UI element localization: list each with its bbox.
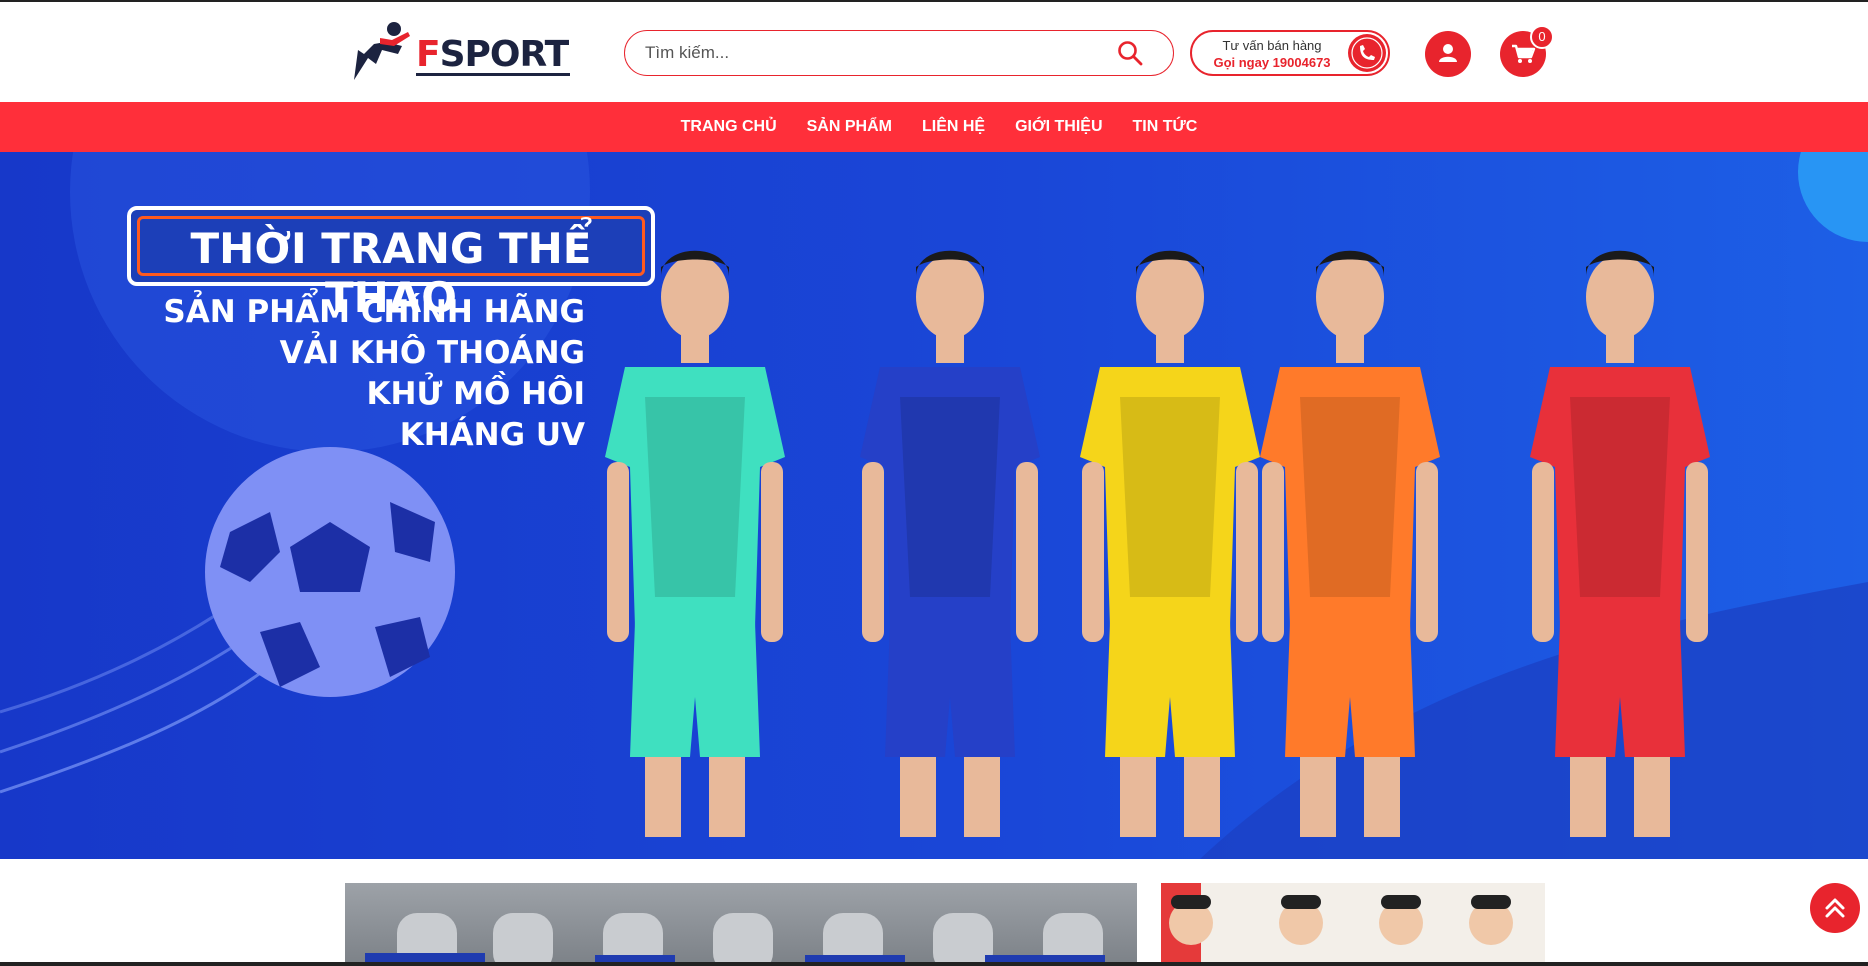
cart-count-badge: 0: [1530, 25, 1554, 49]
featured-section: [0, 859, 1868, 966]
kit-model: [1530, 250, 1710, 837]
hero-banner[interactable]: THỜI TRANG THỂ THAO SẢN PHẨM CHÍNH HÃNG …: [0, 152, 1868, 859]
banner-slogan: KHỬ MỒ HÔI: [366, 376, 585, 412]
user-icon: [1439, 44, 1457, 62]
banner-slogan: KHÁNG UV: [399, 417, 585, 453]
scroll-to-top-button[interactable]: [1810, 883, 1860, 933]
banner-title-box: THỜI TRANG THỂ THAO: [127, 206, 655, 322]
featured-image-models[interactable]: [1161, 883, 1545, 966]
hotline-caption: Tư vấn bán hàng: [1222, 38, 1322, 53]
featured-image-jerseys[interactable]: [345, 883, 1137, 966]
logo-underline: [416, 73, 570, 76]
nav-item-contact[interactable]: LIÊN HỆ: [907, 102, 1000, 152]
hotline-number[interactable]: Gọi ngay 19004673: [1192, 55, 1352, 70]
kit-model: [605, 250, 785, 837]
search-button[interactable]: [1117, 40, 1143, 66]
site-header: FSPORT Tư vấn bán hàng Gọi ngay 19004673: [0, 2, 1868, 102]
banner-slogan: VẢI KHÔ THOÁNG: [279, 335, 585, 371]
search-icon: [1118, 41, 1143, 66]
kit-model: [860, 250, 1040, 837]
search-bar: [624, 30, 1174, 76]
main-navigation: TRANG CHỦ SẢN PHẨM LIÊN HỆ GIỚI THIỆU TI…: [0, 102, 1868, 152]
phone-icon[interactable]: [1348, 34, 1386, 72]
kit-model: [1260, 250, 1440, 837]
account-button[interactable]: [1425, 31, 1471, 77]
logo-wordmark: FSPORT: [416, 34, 569, 75]
nav-item-home[interactable]: TRANG CHỦ: [666, 102, 792, 152]
banner-slogan: SẢN PHẨM CHÍNH HÃNG: [163, 294, 585, 330]
nav-item-news[interactable]: TIN TỨC: [1118, 102, 1213, 152]
bottom-border: [0, 962, 1868, 966]
nav-item-products[interactable]: SẢN PHẨM: [792, 102, 907, 152]
search-input[interactable]: [645, 41, 1105, 65]
soccer-ball-icon: [205, 447, 455, 697]
hotline-box[interactable]: Tư vấn bán hàng Gọi ngay 19004673: [1190, 30, 1390, 76]
runner-logo-icon: [354, 22, 410, 80]
logo[interactable]: FSPORT: [346, 20, 572, 82]
nav-item-about[interactable]: GIỚI THIỆU: [1000, 102, 1117, 152]
double-chevron-up-icon: [1825, 898, 1845, 918]
